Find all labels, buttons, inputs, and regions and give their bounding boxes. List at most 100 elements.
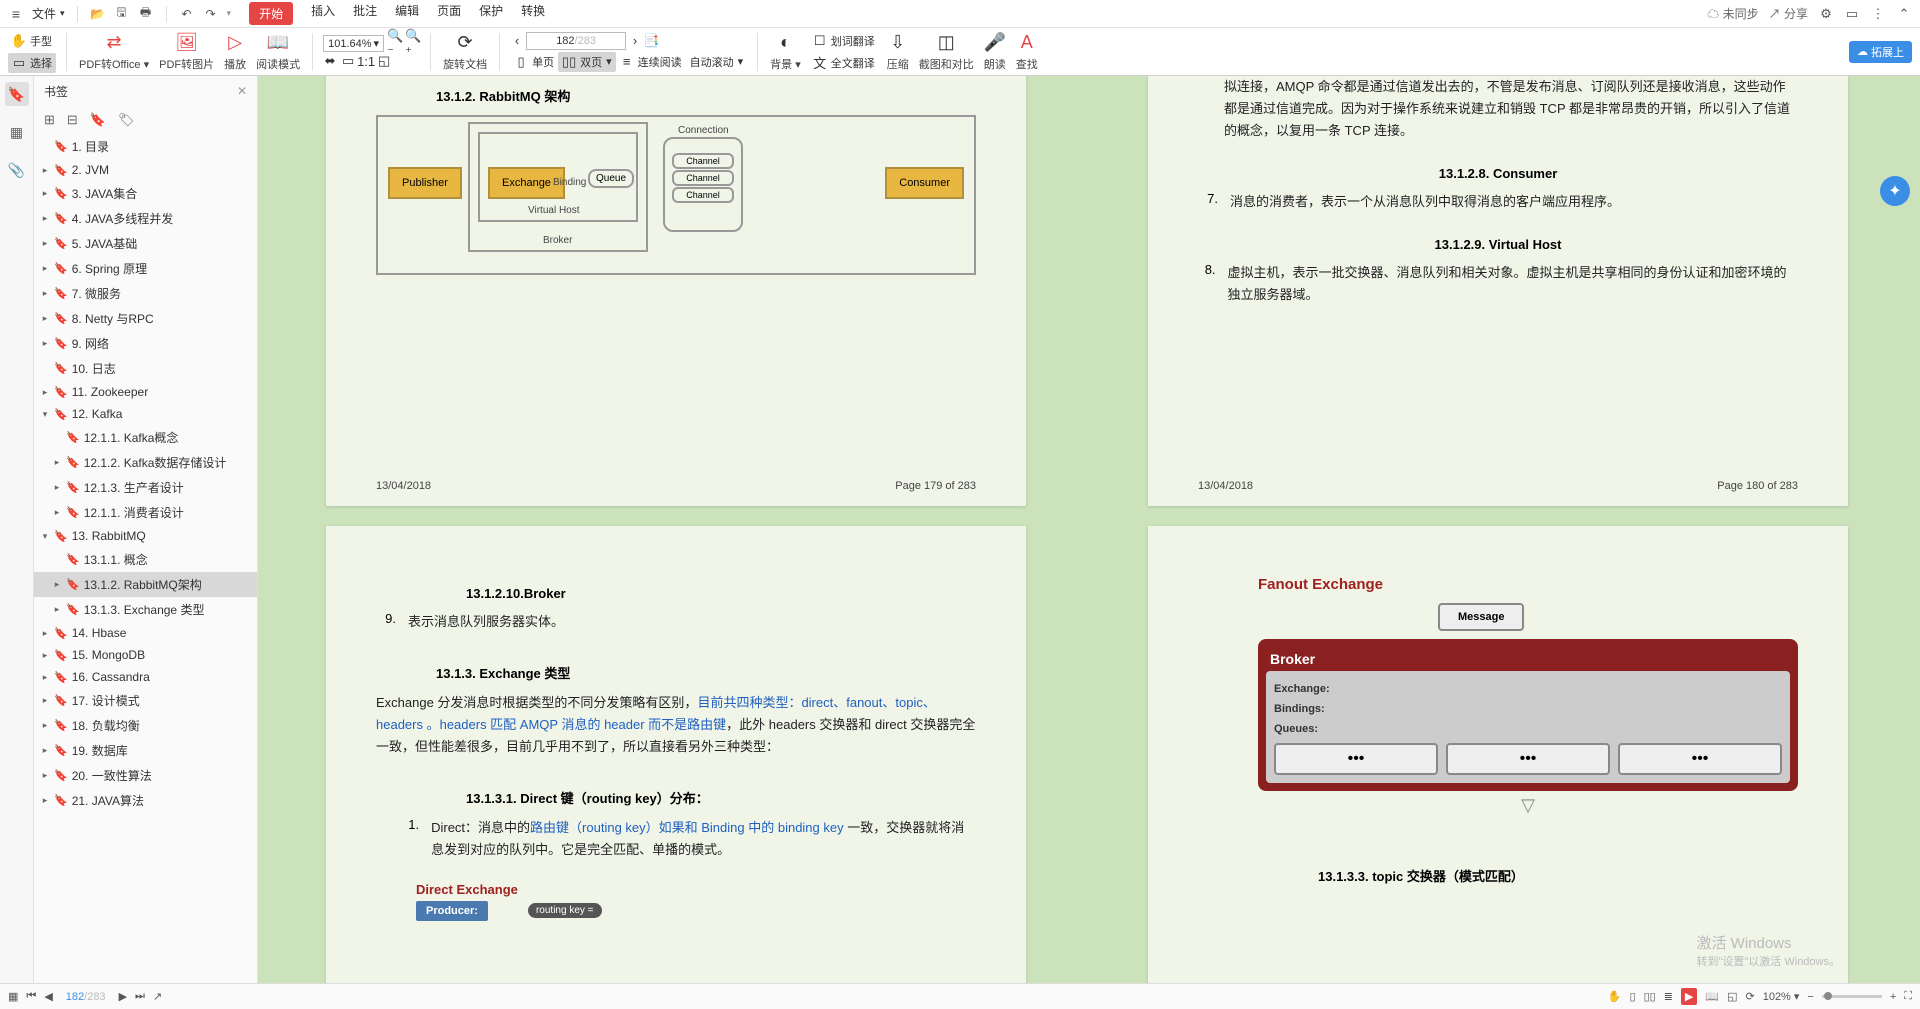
bookmarks-tab[interactable]: 🔖 bbox=[5, 82, 29, 106]
upload-button[interactable]: ☁ 拓展上 bbox=[1849, 41, 1912, 63]
status-play-icon[interactable]: ▶ bbox=[1681, 988, 1697, 1005]
status-first-icon[interactable]: ⏮ bbox=[26, 990, 36, 1003]
bookmark-item[interactable]: ▸🔖16. Cassandra bbox=[34, 666, 257, 688]
status-zoom-out-icon[interactable]: − bbox=[1807, 991, 1813, 1003]
pdf-to-image[interactable]: 🖼PDF转图片 bbox=[157, 32, 216, 72]
tab-protect[interactable]: 保护 bbox=[479, 2, 503, 25]
bookmark-item[interactable]: ▸🔖2. JVM bbox=[34, 159, 257, 181]
more-icon[interactable]: ⋮ bbox=[1870, 6, 1886, 22]
tab-annotate[interactable]: 批注 bbox=[353, 2, 377, 25]
bookmark-item[interactable]: ▸🔖13.1.3. Exchange 类型 bbox=[34, 597, 257, 622]
bookmark-item[interactable]: ▸🔖19. 数据库 bbox=[34, 738, 257, 763]
bookmark-item[interactable]: ▾🔖12. Kafka bbox=[34, 403, 257, 425]
status-fullscreen-icon[interactable]: ⛶ bbox=[1904, 990, 1912, 1003]
bookmark-item[interactable]: ▸🔖12.1.3. 生产者设计 bbox=[34, 475, 257, 500]
status-single-icon[interactable]: ▯ bbox=[1630, 990, 1636, 1003]
goto-page-icon[interactable]: 📑 bbox=[644, 34, 658, 48]
bookmark-item[interactable]: ▸🔖12.1.1. 消费者设计 bbox=[34, 500, 257, 525]
crop-compare[interactable]: ◫截图和对比 bbox=[917, 32, 976, 72]
hand-tool[interactable]: ✋手型 bbox=[8, 31, 56, 51]
prev-page-icon[interactable]: ‹ bbox=[510, 34, 524, 48]
word-translate[interactable]: ☐划词翻译 bbox=[809, 31, 879, 51]
redo-icon[interactable]: ↷ bbox=[203, 6, 219, 22]
tab-convert[interactable]: 转换 bbox=[521, 2, 545, 25]
tab-page[interactable]: 页面 bbox=[437, 2, 461, 25]
pdf-to-office[interactable]: ⇄PDF转Office ▾ bbox=[77, 32, 151, 72]
window-icon[interactable]: ▭ bbox=[1844, 6, 1860, 22]
print-icon[interactable]: 🖶 bbox=[138, 6, 154, 22]
continuous-read[interactable]: ≡连续阅读 bbox=[616, 52, 686, 72]
zoom-input[interactable]: 101.64% ▾ bbox=[323, 35, 384, 52]
status-hand-icon[interactable]: ✋ bbox=[1608, 990, 1622, 1003]
tab-start[interactable]: 开始 bbox=[249, 2, 293, 25]
status-continuous-icon[interactable]: ≣ bbox=[1664, 990, 1673, 1003]
thumbnails-tab[interactable]: ▦ bbox=[5, 120, 29, 144]
single-page[interactable]: ▯单页 bbox=[510, 52, 558, 72]
bookmark-item[interactable]: ▸🔖8. Netty 与RPC bbox=[34, 306, 257, 331]
bookmark-item[interactable]: ▸🔖14. Hbase bbox=[34, 622, 257, 644]
next-page-icon[interactable]: › bbox=[628, 34, 642, 48]
status-goto-icon[interactable]: ↗ bbox=[153, 990, 162, 1003]
auto-scroll[interactable]: 自动滚动 ▾ bbox=[686, 52, 748, 72]
status-page-input[interactable]: 182/283 bbox=[61, 989, 111, 1005]
tab-insert[interactable]: 插入 bbox=[311, 2, 335, 25]
save-icon[interactable]: 🖫 bbox=[114, 6, 130, 22]
zoom-in-icon[interactable]: 🔍⁺ bbox=[406, 37, 420, 51]
play-button[interactable]: ▷播放 bbox=[222, 32, 248, 72]
bookmark-item[interactable]: 🔖1. 目录 bbox=[34, 134, 257, 159]
bookmark-item[interactable]: 🔖12.1.1. Kafka概念 bbox=[34, 425, 257, 450]
bookmark-item[interactable]: ▸🔖6. Spring 原理 bbox=[34, 256, 257, 281]
bookmark-item[interactable]: ▸🔖4. JAVA多线程并发 bbox=[34, 206, 257, 231]
close-sidebar-icon[interactable]: ✕ bbox=[237, 84, 247, 98]
read-mode[interactable]: 📖阅读模式 bbox=[254, 32, 302, 72]
file-menu[interactable]: 文件 ▾ bbox=[32, 5, 65, 22]
document-viewport[interactable]: 13.1.2. RabbitMQ 架构 Publisher Exchange B… bbox=[258, 76, 1920, 1009]
expand-all-icon[interactable]: ⊞ bbox=[44, 112, 55, 128]
status-rotate-icon[interactable]: ⟳ bbox=[1745, 990, 1754, 1003]
bookmark-item[interactable]: ▸🔖21. JAVA算法 bbox=[34, 788, 257, 813]
find[interactable]: A查找 bbox=[1014, 32, 1040, 72]
status-zoom-label[interactable]: 102% ▾ bbox=[1763, 990, 1800, 1003]
bookmark-item[interactable]: ▸🔖18. 负载均衡 bbox=[34, 713, 257, 738]
rotate-doc[interactable]: ⟳旋转文档 bbox=[441, 32, 489, 72]
bookmark-item[interactable]: ▸🔖13.1.2. RabbitMQ架构 bbox=[34, 572, 257, 597]
bookmark-item[interactable]: 🔖13.1.1. 概念 bbox=[34, 547, 257, 572]
bookmark-item[interactable]: ▸🔖15. MongoDB bbox=[34, 644, 257, 666]
zoom-out-icon[interactable]: 🔍⁻ bbox=[388, 37, 402, 51]
bookmark-item[interactable]: ▾🔖13. RabbitMQ bbox=[34, 525, 257, 547]
status-dual-icon[interactable]: ▯▯ bbox=[1644, 990, 1656, 1003]
open-icon[interactable]: 📂 bbox=[90, 6, 106, 22]
bookmark-item[interactable]: ▸🔖7. 微服务 bbox=[34, 281, 257, 306]
sync-status[interactable]: ☁ 未同步 bbox=[1707, 5, 1758, 22]
bookmark-list[interactable]: 🔖1. 目录▸🔖2. JVM▸🔖3. JAVA集合▸🔖4. JAVA多线程并发▸… bbox=[34, 134, 257, 1009]
bookmark-item[interactable]: ▸🔖20. 一致性算法 bbox=[34, 763, 257, 788]
status-grid-icon[interactable]: ▦ bbox=[8, 990, 18, 1003]
status-fit-icon[interactable]: ◱ bbox=[1727, 990, 1737, 1003]
fit-width-icon[interactable]: ⬌ bbox=[323, 54, 337, 68]
bookmark-item[interactable]: ▸🔖5. JAVA基础 bbox=[34, 231, 257, 256]
status-next-icon[interactable]: ▶ bbox=[119, 990, 127, 1003]
bookmark-goto-icon[interactable]: 🏷 bbox=[118, 112, 135, 128]
fit-visible-icon[interactable]: ◱ bbox=[377, 54, 391, 68]
bookmark-item[interactable]: ▸🔖17. 设计模式 bbox=[34, 688, 257, 713]
bookmark-item[interactable]: ▸🔖11. Zookeeper bbox=[34, 381, 257, 403]
collapse-icon[interactable]: ⌃ bbox=[1896, 6, 1912, 22]
full-translate[interactable]: 文全文翻译 bbox=[809, 53, 879, 73]
status-zoom-in-icon[interactable]: + bbox=[1890, 991, 1896, 1003]
actual-size-icon[interactable]: 1:1 bbox=[359, 54, 373, 68]
attachments-tab[interactable]: 📎 bbox=[5, 158, 29, 182]
read-aloud[interactable]: 🎤朗读 bbox=[982, 32, 1008, 72]
share-button[interactable]: ↗ 分享 bbox=[1769, 5, 1808, 22]
dual-page[interactable]: ▯▯双页 ▾ bbox=[558, 52, 616, 72]
undo-icon[interactable]: ↶ bbox=[179, 6, 195, 22]
fit-page-icon[interactable]: ▭ bbox=[341, 54, 355, 68]
page-input[interactable]: 182/283 bbox=[526, 32, 626, 50]
select-tool[interactable]: ▭选择 bbox=[8, 53, 56, 73]
background[interactable]: ◐背景 ▾ bbox=[768, 32, 803, 72]
bookmark-item[interactable]: ▸🔖9. 网络 bbox=[34, 331, 257, 356]
status-last-icon[interactable]: ⏭ bbox=[135, 990, 145, 1003]
bookmark-item[interactable]: 🔖10. 日志 bbox=[34, 356, 257, 381]
compress[interactable]: ⇩压缩 bbox=[885, 32, 911, 72]
tab-edit[interactable]: 编辑 bbox=[395, 2, 419, 25]
status-prev-icon[interactable]: ◀ bbox=[44, 990, 52, 1003]
